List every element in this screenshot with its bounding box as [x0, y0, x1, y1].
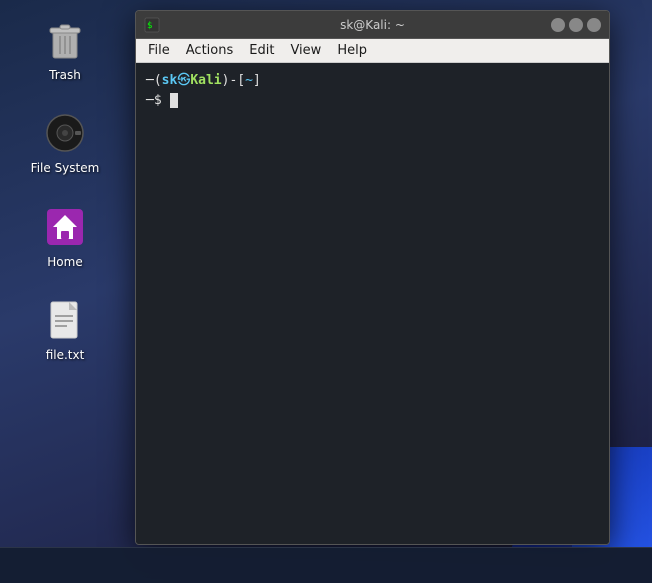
home-label: Home — [47, 255, 82, 269]
title-bar: $ sk@Kali: ~ — [136, 11, 609, 39]
window-controls — [551, 18, 601, 32]
minimize-button[interactable] — [551, 18, 565, 32]
filesystem-icon — [41, 109, 89, 157]
filesystem-icon-container[interactable]: File System — [25, 103, 105, 181]
filetxt-label: file.txt — [46, 348, 85, 362]
prompt-line-1: ─(sk㉿Kali)-[~] — [146, 71, 599, 91]
terminal-window: $ sk@Kali: ~ File Actions Edit View Help… — [135, 10, 610, 545]
terminal-content[interactable]: ─(sk㉿Kali)-[~] ─$ — [136, 63, 609, 544]
trash-label: Trash — [49, 68, 81, 82]
prompt-open-bracket: ─( — [146, 71, 162, 91]
menu-file[interactable]: File — [140, 41, 178, 60]
terminal-title: sk@Kali: ~ — [340, 18, 405, 32]
taskbar — [0, 547, 652, 583]
terminal-window-icon: $ — [144, 17, 160, 33]
trash-icon-container[interactable]: Trash — [25, 10, 105, 88]
prompt-close-bracket: ] — [253, 71, 261, 91]
prompt-dollar: ─$ — [146, 91, 169, 111]
menu-help[interactable]: Help — [329, 41, 375, 60]
trash-icon — [41, 16, 89, 64]
menu-edit[interactable]: Edit — [241, 41, 282, 60]
prompt-user: sk — [162, 71, 178, 91]
prompt-host: Kali — [190, 71, 221, 91]
desktop: Trash File System — [0, 0, 130, 583]
maximize-button[interactable] — [569, 18, 583, 32]
home-icon — [41, 203, 89, 251]
home-icon-container[interactable]: Home — [25, 197, 105, 275]
prompt-separator: )-[ — [222, 71, 245, 91]
menu-view[interactable]: View — [282, 41, 329, 60]
prompt-line-2: ─$ — [146, 91, 599, 111]
filesystem-label: File System — [31, 161, 100, 175]
menu-bar: File Actions Edit View Help — [136, 39, 609, 63]
menu-actions[interactable]: Actions — [178, 41, 242, 60]
terminal-cursor — [170, 93, 178, 108]
close-button[interactable] — [587, 18, 601, 32]
filetxt-icon-container[interactable]: file.txt — [25, 290, 105, 368]
svg-text:$: $ — [147, 21, 152, 31]
prompt-at-symbol: ㉿ — [177, 71, 190, 91]
prompt-directory: ~ — [245, 71, 253, 91]
file-icon — [41, 296, 89, 344]
